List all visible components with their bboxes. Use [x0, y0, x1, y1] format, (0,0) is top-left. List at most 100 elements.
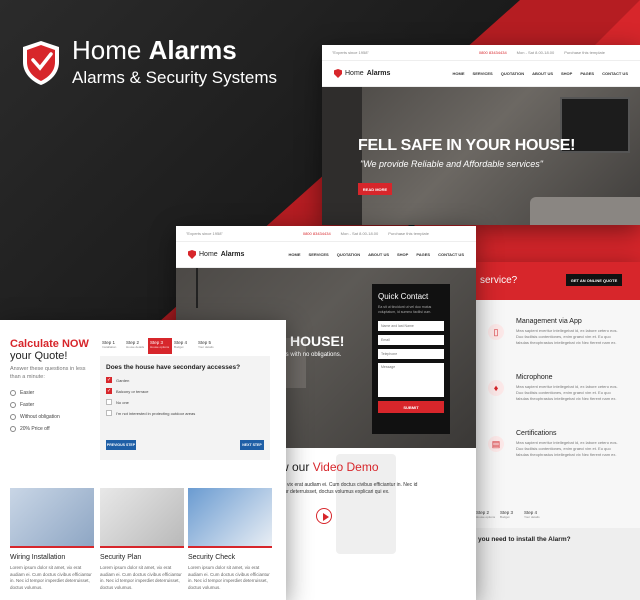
menu-item[interactable]: CONTACT US: [438, 252, 464, 257]
option-no-one[interactable]: No one: [106, 399, 264, 405]
feature-desc: Mea sapient everitur intellegebat id, ex…: [516, 384, 618, 401]
read-more-button[interactable]: READ MORE: [358, 183, 392, 195]
phone-text[interactable]: 0800 83434434: [303, 231, 331, 236]
check-circle-icon: [10, 414, 16, 420]
menu-item[interactable]: SHOP: [561, 71, 572, 76]
previous-step-button[interactable]: PREVIOUS STEP: [106, 440, 136, 450]
feature-title: Certifications: [516, 430, 557, 437]
checkbox[interactable]: [106, 399, 112, 405]
service-card[interactable]: Wiring Installation Lorem ipsum dolor si…: [10, 488, 94, 591]
service-image: [10, 488, 94, 548]
step-tab[interactable]: Step 4 Budget: [172, 338, 196, 354]
step-tab[interactable]: Step 4 Your details: [522, 508, 546, 524]
step-tab[interactable]: Step 1 Installation: [100, 338, 124, 354]
menu-item[interactable]: ABOUT US: [368, 252, 389, 257]
menu-item[interactable]: HOME: [289, 252, 301, 257]
check-circle-icon: [10, 390, 16, 396]
purchase-link[interactable]: Purchase this template: [388, 231, 429, 236]
screenshot-services: service? GET AN ONLINE QUOTE ▯ Managemen…: [474, 262, 640, 600]
next-step-button[interactable]: NEXT STEP: [240, 440, 264, 450]
quick-contact-form: Quick Contact Ea sit ut tincidunt ut vel…: [372, 284, 450, 434]
menu-item[interactable]: SERVICES: [309, 252, 329, 257]
hero-wall: [322, 87, 362, 225]
hero-section: FELL SAFE IN YOUR HOUSE! "We provide Rel…: [322, 87, 640, 225]
video-title: w our Video Demo: [280, 460, 379, 474]
telephone-field[interactable]: [378, 349, 444, 359]
menu-item[interactable]: SHOP: [397, 252, 408, 257]
message-field[interactable]: [378, 363, 444, 397]
option-not-interested[interactable]: I'm not interested in protecting outdoor…: [106, 410, 264, 416]
step-tab[interactable]: Step 2 House options: [474, 508, 498, 524]
feature-item: ♦ Microphone Mea sapient everitur intell…: [482, 374, 634, 422]
step-tab[interactable]: Step 5 Your details: [196, 338, 220, 354]
top-bar: "Experts since 1958" 0800 83434434 Mon -…: [176, 226, 476, 242]
menu-item[interactable]: QUOTATION: [501, 71, 524, 76]
main-menu: HOME SERVICES QUOTATION ABOUT US SHOP PA…: [289, 252, 464, 257]
service-desc: Lorem ipsum dolor sit amet, vix erat aud…: [100, 565, 182, 590]
checkbox[interactable]: [106, 410, 112, 416]
quote-steps: Step 2 House options Step 3 Budget Step 4Y…: [474, 508, 546, 524]
hero-title: R HOUSE!: [276, 333, 345, 349]
play-icon[interactable]: [316, 508, 332, 524]
calculator-form: Does the house have secondary accesses? …: [100, 356, 270, 460]
brand-title: Home Alarms: [72, 35, 237, 65]
name-field[interactable]: [378, 321, 444, 331]
menu-item[interactable]: ABOUT US: [532, 71, 553, 76]
menu-item[interactable]: PAGES: [416, 252, 430, 257]
option-balcony[interactable]: ✓ Balcony or terrace: [106, 388, 264, 394]
feature-desc: Mea sapient everitur intellegebat id, ex…: [516, 440, 618, 457]
brand-header: Home Alarms Alarms & Security Systems: [22, 36, 277, 90]
checkbox-checked[interactable]: ✓: [106, 377, 112, 383]
step-tab[interactable]: Step 2 House details: [124, 338, 148, 354]
phone-text[interactable]: 0800 83434434: [479, 50, 507, 55]
menu-item[interactable]: CONTACT US: [602, 71, 628, 76]
hero-title: FELL SAFE IN YOUR HOUSE!: [358, 137, 576, 154]
menu-item[interactable]: SERVICES: [473, 71, 493, 76]
calculator-intro: Answer these questions in less than a mi…: [10, 366, 86, 380]
top-bar: "Experts since 1958" 0800 83434434 Mon -…: [322, 45, 640, 61]
benefit-item: Without obligation: [10, 414, 60, 420]
check-circle-icon: [10, 426, 16, 432]
step-tab[interactable]: Step 3 Budget: [498, 508, 522, 524]
services-band-text: service?: [480, 275, 518, 286]
feature-desc: Mea sapient everitur intellegebat id, ex…: [516, 328, 618, 345]
step-tab-active[interactable]: Step 3 House options: [148, 338, 172, 354]
email-field[interactable]: [378, 335, 444, 345]
navbar: Home Alarms HOME SERVICES QUOTATION ABOUT…: [322, 61, 640, 87]
menu-item[interactable]: PAGES: [580, 71, 594, 76]
services-band: service? GET AN ONLINE QUOTE: [474, 262, 640, 300]
form-question: Does the house have secondary accesses?: [106, 364, 241, 371]
site-logo[interactable]: Home Alarms: [188, 250, 244, 259]
online-quote-button[interactable]: GET AN ONLINE QUOTE: [566, 274, 622, 286]
service-title: Security Check: [188, 554, 236, 561]
shield-check-logo-icon: [23, 41, 59, 85]
site-logo[interactable]: Home Alarms: [334, 69, 390, 78]
brand-tagline: Alarms & Security Systems: [72, 68, 277, 87]
option-garden[interactable]: ✓ Garden: [106, 377, 264, 383]
benefit-item: 20% Price off: [10, 426, 50, 432]
hours-text: Mon - Sat 8.00-18.00: [516, 50, 555, 55]
service-title: Wiring Installation: [10, 554, 66, 561]
menu-item[interactable]: HOME: [453, 71, 465, 76]
shield-icon: [334, 69, 342, 78]
submit-button[interactable]: SUBMIT: [378, 401, 444, 413]
service-card[interactable]: Security Check Lorem ipsum dolor sit ame…: [188, 488, 272, 591]
video-desc: m, vix erat audiam ei. Cum doctus civibu…: [280, 482, 418, 495]
benefit-item: Faster: [10, 402, 34, 408]
purchase-link[interactable]: Purchase this template: [564, 50, 605, 55]
screenshot-home-hero: "Experts since 1958" 0800 83434434 Mon -…: [322, 45, 640, 225]
checkbox-checked[interactable]: ✓: [106, 388, 112, 394]
service-card[interactable]: Security Plan Lorem ipsum dolor sit amet…: [100, 488, 184, 591]
shield-icon: [188, 250, 196, 259]
hero-subtitle: "We provide Reliable and Affordable serv…: [360, 159, 543, 169]
quick-contact-title: Quick Contact: [378, 292, 429, 301]
main-menu: HOME SERVICES QUOTATION ABOUT US SHOP PA…: [453, 71, 628, 76]
feature-item: ▤ Certifications Mea sapient everitur in…: [482, 430, 634, 478]
service-title: Security Plan: [100, 554, 142, 561]
hero-sofa-image: [530, 197, 640, 225]
navbar: Home Alarms HOME SERVICES QUOTATION ABOUT…: [176, 242, 476, 268]
check-circle-icon: [10, 402, 16, 408]
menu-item[interactable]: QUOTATION: [337, 252, 360, 257]
phone-icon: ▯: [488, 324, 504, 340]
calculator-steps: Step 1 Installation Step 2 House details S…: [100, 338, 220, 354]
